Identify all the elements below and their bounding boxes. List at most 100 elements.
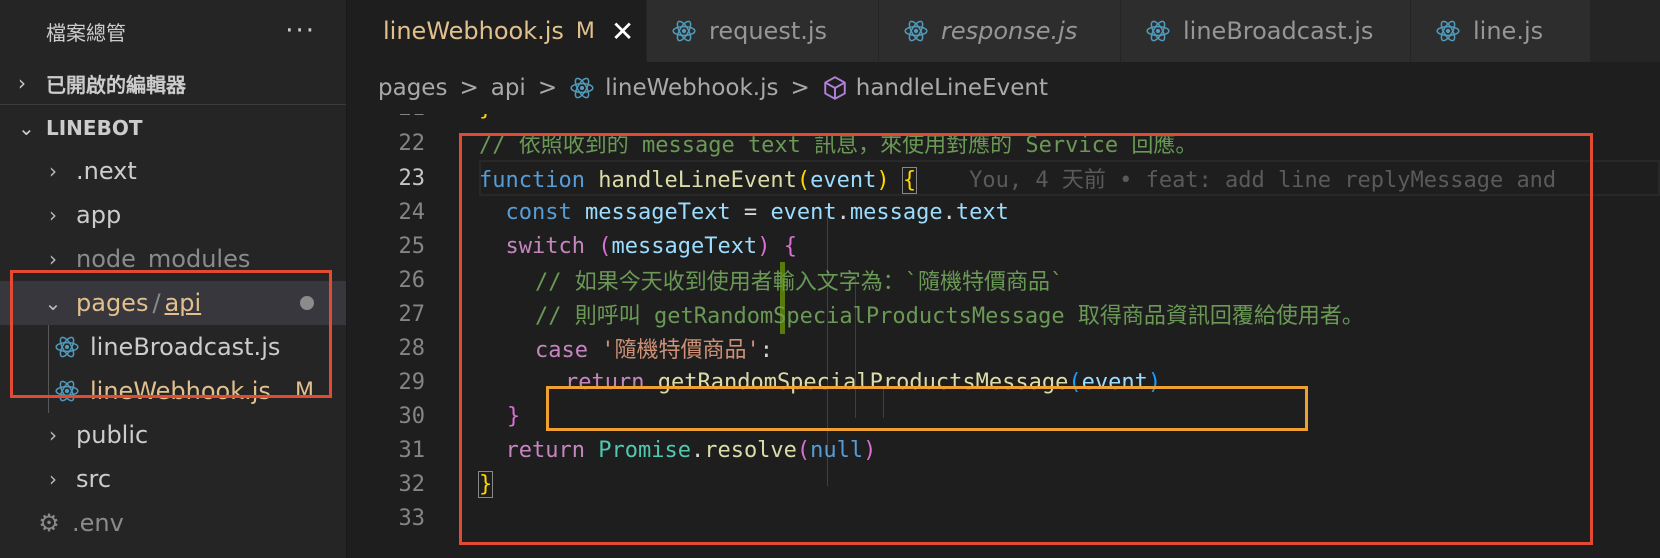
tab-label: lineBroadcast.js <box>1183 17 1374 45</box>
breadcrumb-item[interactable]: api <box>491 75 526 101</box>
paren: ( <box>1068 369 1082 395</box>
line-number: 31 <box>398 437 426 463</box>
tree-item-label: .next <box>76 157 137 185</box>
tree-item-src[interactable]: › src <box>0 457 346 501</box>
editor-tabbar: lineWebhook.js M ✕ request.js response.j… <box>347 0 1660 62</box>
line-number: 23 <box>398 165 426 191</box>
more-actions-icon[interactable]: ··· <box>285 16 316 46</box>
line-number: 33 <box>398 505 426 531</box>
variable: messageText <box>611 233 758 259</box>
code-line-24: 24 const messageText = event.message.tex… <box>347 194 1660 230</box>
line-number: 29 <box>398 369 426 395</box>
git-blame-annotation: You, 4 天前 • feat: add line replyMessage … <box>969 168 1557 193</box>
gear-icon: ⚙ <box>38 509 60 537</box>
chevron-right-icon: › <box>49 203 57 227</box>
modified-badge: M <box>295 378 314 404</box>
line-number: 26 <box>398 267 426 293</box>
tab-label: lineWebhook.js <box>383 17 564 45</box>
tree-item-node-modules[interactable]: › node_modules <box>0 237 346 281</box>
keyword: return <box>505 437 585 463</box>
keyword: function <box>479 168 585 193</box>
tree-item-env[interactable]: ⚙ .env <box>0 501 346 545</box>
variable: event <box>770 199 837 225</box>
tree-item-next[interactable]: › .next <box>0 149 346 193</box>
tree-item-linebroadcast[interactable]: lineBroadcast.js <box>0 325 346 369</box>
code-text: const messageText = event.message.text <box>479 200 1009 225</box>
react-icon <box>1436 20 1460 42</box>
tab-linebroadcast[interactable]: lineBroadcast.js <box>1121 0 1411 62</box>
property: text <box>955 199 1009 225</box>
tree-item-label: lineBroadcast.js <box>90 333 281 361</box>
react-icon <box>672 20 696 42</box>
paren: ) <box>1147 369 1162 395</box>
chevron-right-icon: › <box>49 423 57 447</box>
null-literal: null <box>810 437 864 463</box>
brace: } <box>477 470 494 498</box>
chevron-right-icon: › <box>49 467 57 491</box>
code-text: case '隨機特價商品': <box>535 332 773 364</box>
react-icon <box>55 380 79 402</box>
string: '隨機特價商品' <box>601 338 760 363</box>
tree-item-label: app <box>76 201 122 229</box>
code-line-28: 28 case '隨機特價商品': <box>347 330 1660 366</box>
class-name: Promise <box>598 437 691 463</box>
indent-guide <box>48 325 49 369</box>
indent-guide <box>48 369 49 413</box>
code-line-22: 22 // 依照收到的 message text 訊息，來使用對應的 Servi… <box>347 125 1660 161</box>
tree-item-pages-api[interactable]: ⌄ pages / api <box>0 281 346 325</box>
open-editors-section[interactable]: › 已開啟的編輯器 <box>0 62 346 104</box>
param: event <box>1081 369 1148 395</box>
code-line-32: 32 } <box>347 466 1660 502</box>
tree-item-sublabel[interactable]: api <box>165 289 202 317</box>
tab-response[interactable]: response.js <box>879 0 1121 62</box>
tree-item-app[interactable]: › app <box>0 193 346 237</box>
tree-item-label: pages <box>76 289 149 317</box>
code-line-31: 31 return Promise.resolve(null) <box>347 432 1660 468</box>
code-text: function handleLineEvent(event) { You, 4… <box>479 162 1556 194</box>
tree-item-label: node_modules <box>76 245 251 273</box>
breadcrumb: pages > api > lineWebhook.js > handleLin… <box>347 62 1660 114</box>
tree-item-linewebhook[interactable]: lineWebhook.js M <box>0 369 346 413</box>
paren: ( <box>796 437 811 463</box>
chevron-right-icon: > <box>459 75 479 101</box>
line-number: 24 <box>398 199 426 225</box>
breadcrumb-item[interactable]: lineWebhook.js <box>605 75 778 101</box>
dot: . <box>690 437 705 463</box>
operator: = <box>730 199 771 225</box>
function-name: handleLineEvent <box>598 168 797 193</box>
close-icon[interactable]: ✕ <box>611 15 634 48</box>
chevron-right-icon: › <box>49 247 57 271</box>
tab-label: response.js <box>941 17 1078 45</box>
tree-item-label: .env <box>72 509 124 537</box>
chevron-right-icon: › <box>18 71 26 95</box>
tree-item-label: public <box>76 421 149 449</box>
code-comment: // 如果今天收到使用者輸入文字為：`隨機特價商品` <box>535 270 1064 295</box>
project-section[interactable]: ⌄ LINEBOT <box>0 107 346 149</box>
tab-linewebhook[interactable]: lineWebhook.js M ✕ <box>347 0 647 62</box>
modified-badge: M <box>575 18 595 44</box>
paren: ) <box>863 437 877 463</box>
explorer-sidebar: 檔案總管 ··· › 已開啟的編輯器 ⌄ LINEBOT › .next › a… <box>0 0 347 558</box>
breadcrumb-item[interactable]: pages <box>378 75 447 101</box>
brace: { <box>783 233 797 259</box>
keyword: return <box>565 369 645 395</box>
tree-item-public[interactable]: › public <box>0 413 346 457</box>
method-cube-icon <box>824 76 846 100</box>
code-text: switch (messageText) { <box>479 234 797 259</box>
chevron-right-icon: › <box>49 159 57 183</box>
paren: ) <box>876 168 890 193</box>
tab-line[interactable]: line.js <box>1411 0 1591 62</box>
open-editors-label: 已開啟的編輯器 <box>46 72 186 97</box>
keyword: case <box>535 338 588 363</box>
tab-request[interactable]: request.js <box>647 0 879 62</box>
code-text: return Promise.resolve(null) <box>479 437 877 463</box>
property: message <box>849 199 943 225</box>
code-editor[interactable]: 21 } 22 // 依照收到的 message text 訊息，來使用對應的 … <box>347 98 1660 558</box>
code-comment: // 則呼叫 getRandomSpecialProductsMessage 取… <box>535 304 1364 329</box>
chevron-right-icon: > <box>790 75 810 101</box>
line-number: 27 <box>398 301 426 327</box>
breadcrumb-item[interactable]: handleLineEvent <box>856 75 1048 101</box>
dot: . <box>836 199 850 225</box>
tree-item-label: lineWebhook.js <box>90 377 271 405</box>
code-line-23: 23 function handleLineEvent(event) { You… <box>347 160 1660 196</box>
